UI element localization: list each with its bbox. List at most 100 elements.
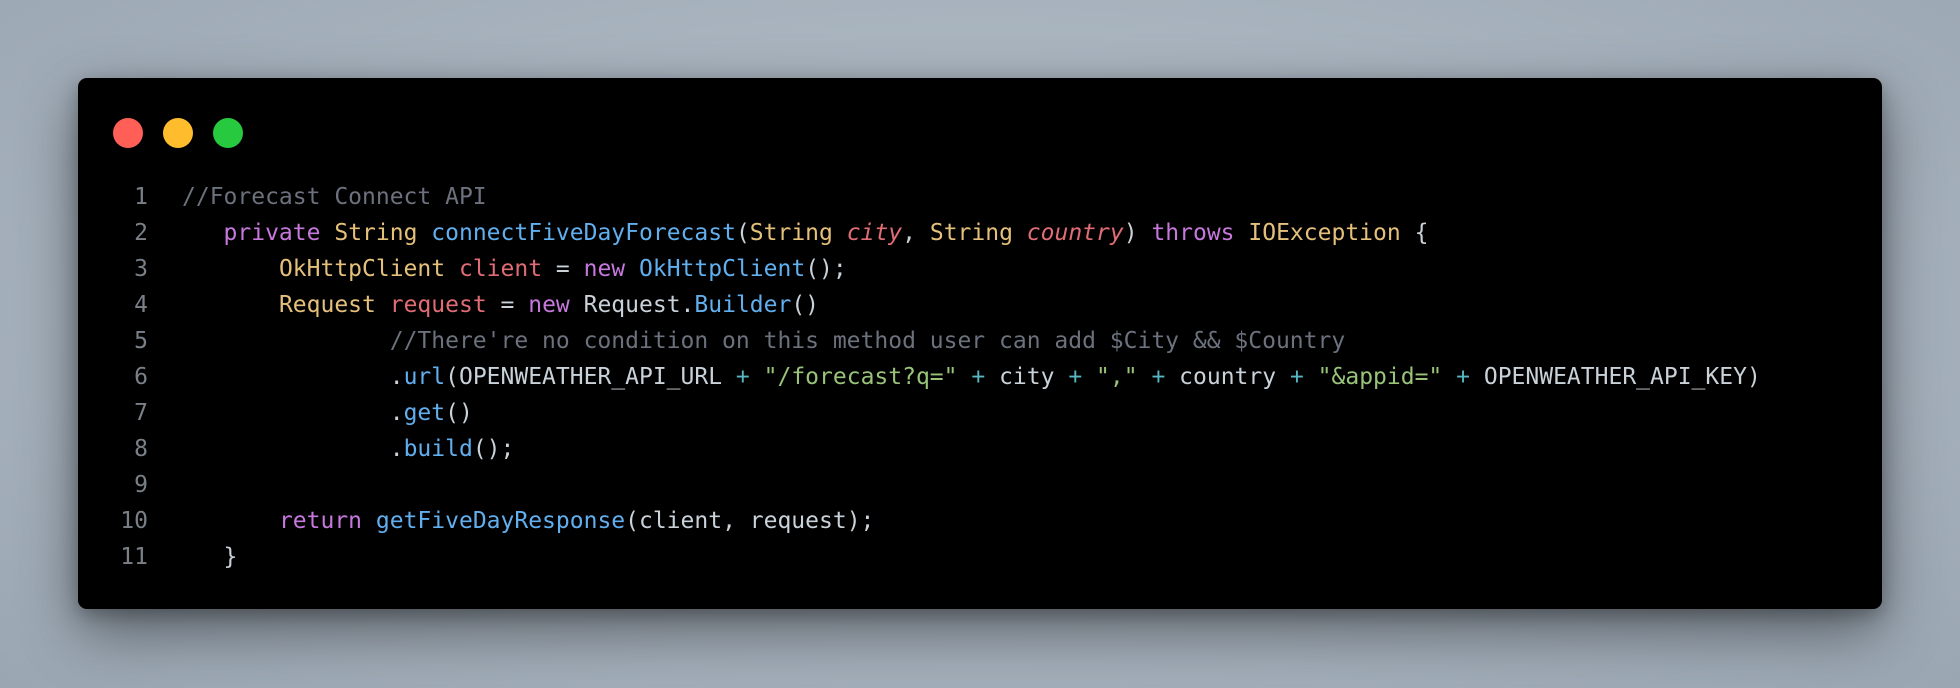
line-content: private String connectFiveDayForecast( St… <box>182 215 1429 251</box>
code-token: OkHttpClient <box>278 256 446 282</box>
code-token: { <box>1400 220 1429 246</box>
code-token: + <box>1289 364 1304 390</box>
code-token: country <box>1165 364 1290 390</box>
code-token: client <box>458 256 543 282</box>
line-content: return getFiveDayResponse(client, reques… <box>182 503 874 539</box>
code-token: country <box>1026 220 1124 246</box>
code-token: String <box>334 220 418 246</box>
window-controls <box>113 118 243 148</box>
code-token: city <box>846 220 903 246</box>
code-token: get <box>403 400 446 426</box>
code-line: 7 .get() <box>78 395 1882 431</box>
code-token: OPENWEATHER_API_KEY) <box>1470 364 1761 390</box>
code-token: () <box>445 400 473 426</box>
code-line: 5 //There're no condition on this method… <box>78 323 1882 359</box>
maximize-button[interactable] <box>213 118 243 148</box>
code-block: 1 //Forecast Connect API 2 private String … <box>78 179 1882 575</box>
code-token: . <box>389 400 404 426</box>
line-content: .build(); <box>182 431 515 467</box>
line-number: 10 <box>120 508 148 534</box>
close-button[interactable] <box>113 118 143 148</box>
code-token: Builder <box>694 292 792 318</box>
code-token: IOException <box>1248 220 1401 246</box>
code-token: getFiveDayResponse <box>375 508 626 534</box>
code-token: . <box>389 436 404 462</box>
minimize-button[interactable] <box>163 118 193 148</box>
code-line: 8 .build(); <box>78 431 1882 467</box>
code-token: build <box>403 436 473 462</box>
code-token: url <box>403 364 446 390</box>
line-content: .get() <box>182 395 473 431</box>
line-number: 8 <box>134 436 148 462</box>
code-line: 9 <box>78 467 1882 503</box>
code-token: connectFiveDayForecast <box>431 220 736 246</box>
code-token: = <box>486 292 529 318</box>
code-token: + <box>1456 364 1470 390</box>
line-number: 9 <box>134 472 148 498</box>
code-token: = <box>542 256 584 282</box>
code-token: (); <box>805 256 847 282</box>
line-number: 6 <box>134 364 148 390</box>
line-content: OkHttpClient client = new OkHttpClient()… <box>182 251 847 287</box>
line-number: 1 <box>134 184 148 210</box>
code-token: + <box>735 364 750 390</box>
code-token: Request. <box>569 292 695 318</box>
code-token: + <box>1068 364 1083 390</box>
line-number: 11 <box>120 544 148 570</box>
code-token: "&appid=" <box>1317 364 1443 390</box>
line-number: 3 <box>134 256 148 282</box>
code-token: ( <box>735 220 750 246</box>
code-token: "/forecast?q=" <box>763 364 958 390</box>
code-token: String <box>929 220 1013 246</box>
code-token: + <box>971 364 986 390</box>
line-content: .url(OPENWEATHER_API_URL + "/forecast?q=… <box>182 359 1761 395</box>
code-token: ) <box>1123 220 1152 246</box>
code-line: 1 //Forecast Connect API <box>78 179 1882 215</box>
code-token: OkHttpClient <box>639 256 806 282</box>
line-content: Request request = new Request.Builder() <box>182 287 819 323</box>
code-token: (OPENWEATHER_API_URL <box>445 364 736 390</box>
code-token: , <box>902 220 930 246</box>
code-token: new <box>528 292 570 318</box>
line-number: 2 <box>134 220 148 246</box>
code-token: private <box>223 220 321 246</box>
code-token: new <box>583 256 626 282</box>
code-token: Request <box>278 292 376 318</box>
code-line: 2 private String connectFiveDayForecast(… <box>78 215 1882 251</box>
line-number: 7 <box>134 400 148 426</box>
code-line: 11 } <box>78 539 1882 575</box>
code-token: () <box>791 292 820 318</box>
code-line: 10 return getFiveDayResponse(client, req… <box>78 503 1882 539</box>
code-token: } <box>223 544 238 570</box>
code-token: throws <box>1151 220 1235 246</box>
code-token: + <box>1151 364 1166 390</box>
code-token: (); <box>472 436 515 462</box>
line-number: 5 <box>134 328 148 354</box>
code-token: return <box>278 508 363 534</box>
code-token: request <box>389 292 487 318</box>
code-token: //There're no condition on this method u… <box>389 328 1346 354</box>
line-content: //There're no condition on this method u… <box>182 323 1345 359</box>
code-line: 3 OkHttpClient client = new OkHttpClient… <box>78 251 1882 287</box>
code-line: 6 .url(OPENWEATHER_API_URL + "/forecast?… <box>78 359 1882 395</box>
line-content: //Forecast Connect API <box>182 179 487 215</box>
